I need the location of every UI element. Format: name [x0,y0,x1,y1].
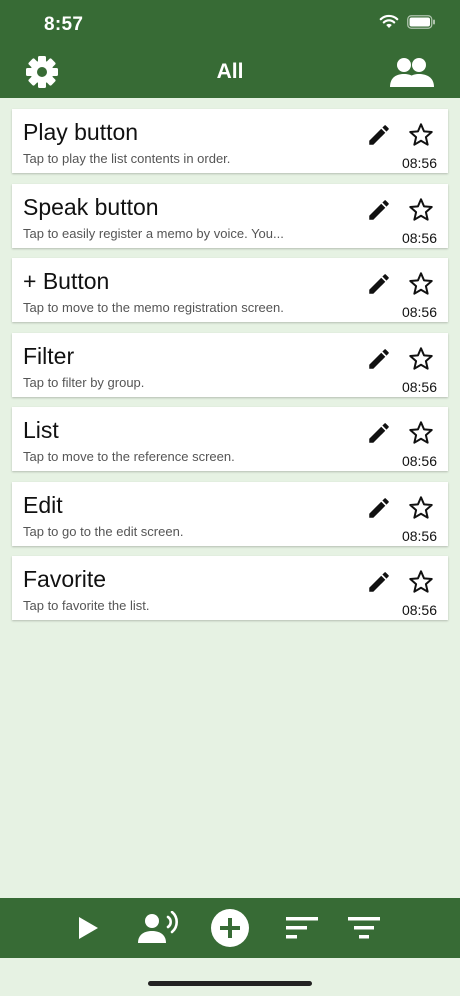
item-subtitle: Tap to move to the reference screen. [23,449,235,464]
item-subtitle: Tap to play the list contents in order. [23,151,231,166]
item-time: 08:56 [401,155,437,171]
list-item[interactable]: List Tap to move to the reference screen… [12,407,448,471]
status-time: 8:57 [44,14,84,35]
star-icon[interactable] [406,269,436,299]
item-time: 08:56 [401,378,437,395]
status-bar: 8:57 [0,0,460,46]
pencil-icon[interactable] [365,419,393,447]
pencil-icon[interactable] [365,121,393,149]
star-icon[interactable] [406,344,436,374]
memo-list: Play button Tap to play the list content… [12,109,448,631]
star-icon[interactable] [406,493,436,523]
list-item[interactable]: Speak button Tap to easily register a me… [12,183,448,248]
play-icon[interactable] [68,910,108,946]
item-title: Favorite [23,566,107,592]
item-time: 08:56 [401,304,437,320]
item-time: 08:56 [401,453,437,469]
pencil-icon[interactable] [365,345,393,373]
voice-icon[interactable] [136,910,182,946]
nav-bar: All [0,46,460,98]
list-item[interactable]: + Button Tap to move to the memo registr… [12,258,448,322]
pencil-icon[interactable] [365,270,393,298]
item-title: Filter [23,342,75,369]
item-time: 08:56 [401,527,437,544]
list-item[interactable]: Play button Tap to play the list content… [12,109,448,173]
item-subtitle: Tap to go to the edit screen. [23,523,184,539]
item-subtitle: Tap to easily register a memo by voice. … [23,225,284,241]
pencil-icon[interactable] [365,494,393,522]
star-icon[interactable] [406,195,436,225]
item-title: Edit [23,491,63,518]
status-icons [379,14,436,34]
item-subtitle: Tap to move to the memo registration scr… [23,300,284,315]
battery-icon [407,14,436,34]
list-item[interactable]: Edit Tap to go to the edit screen. 08:56 [12,481,448,546]
pencil-icon[interactable] [365,568,393,596]
item-time: 08:56 [401,602,437,618]
item-time: 08:56 [401,229,437,246]
add-icon[interactable] [210,909,250,947]
sort-icon[interactable] [282,910,322,946]
list-item[interactable]: Favorite Tap to favorite the list. 08:56 [12,556,448,620]
item-subtitle: Tap to favorite the list. [23,598,150,613]
item-title: Speak button [23,193,159,220]
item-subtitle: Tap to filter by group. [23,374,145,390]
item-title: Play button [23,119,139,145]
filter-icon[interactable] [344,910,384,946]
item-title: + Button [23,268,110,294]
item-title: List [23,417,59,443]
list-item[interactable]: Filter Tap to filter by group. 08:56 [12,332,448,397]
wifi-icon [379,14,399,34]
bottom-toolbar [0,898,460,958]
star-icon[interactable] [406,418,436,448]
star-icon[interactable] [406,567,436,597]
home-indicator [148,981,312,986]
star-icon[interactable] [406,120,436,150]
pencil-icon[interactable] [365,196,393,224]
people-icon[interactable] [388,54,436,90]
